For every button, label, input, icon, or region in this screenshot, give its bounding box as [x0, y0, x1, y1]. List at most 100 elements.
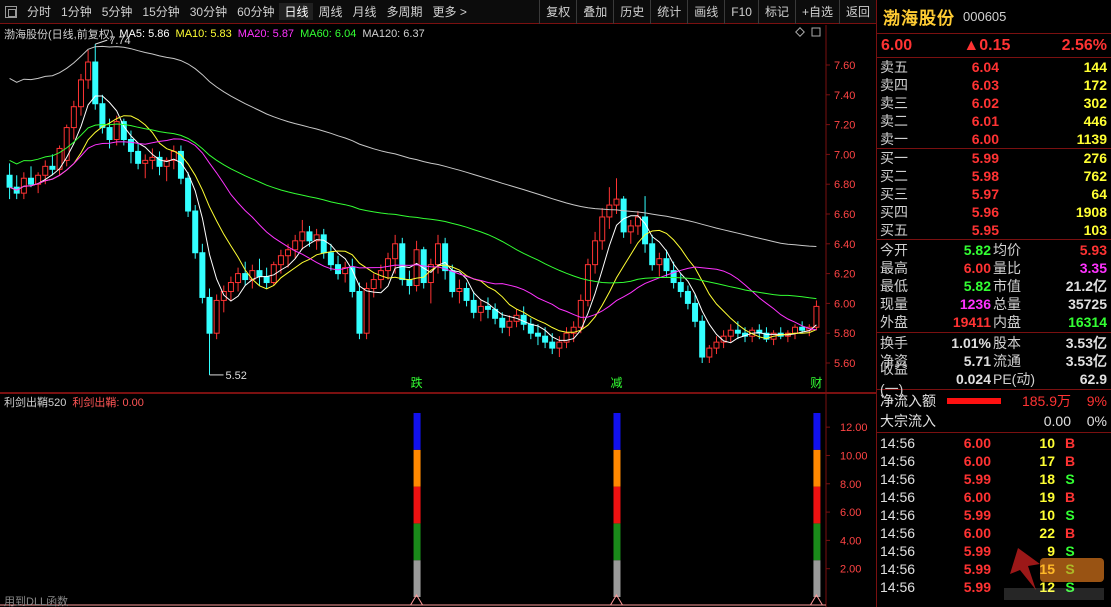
bid-row-3[interactable]: 买四 5.96 1908	[877, 203, 1111, 221]
signal-bar-segment	[413, 486, 421, 524]
stat-row-2: 最低 5.82 市值 21.2亿	[877, 277, 1111, 295]
ask-price: 6.01	[971, 113, 999, 129]
tool-button-8[interactable]: 返回	[838, 0, 876, 24]
candle-body	[792, 326, 799, 334]
period-tab-7[interactable]: 周线	[313, 3, 347, 20]
period-tab-0[interactable]: 分时	[22, 3, 56, 20]
tick-volume: 22	[1039, 525, 1055, 541]
candle-body	[277, 255, 284, 266]
tick-time: 14:56	[880, 579, 916, 595]
candle-body	[542, 335, 549, 343]
quote-title: 渤海股份 000605	[877, 0, 1111, 34]
candle-body	[63, 127, 70, 161]
candle-body	[27, 177, 34, 185]
candle-body	[192, 210, 199, 254]
tick-price: 5.99	[963, 561, 991, 577]
tick-volume: 10	[1039, 507, 1055, 523]
indicator-chart[interactable]: 利剑出鞘520 利剑出鞘: 0.00 12.00 10.00 8.00 6.00 4.0…	[0, 393, 876, 607]
period-tab-8[interactable]: 月线	[348, 3, 382, 20]
ask-volume: 302	[1083, 95, 1107, 111]
sell-book: 卖五 6.04 144 卖四 6.03 172 卖三 6.02 302 卖二 6.01 446 卖一 6.…	[877, 58, 1111, 149]
candle-body	[499, 317, 506, 328]
signal-bar-segment	[813, 413, 821, 450]
candle-body	[292, 240, 299, 251]
ma-legend-3: MA60: 6.04	[300, 28, 357, 40]
period-tab-4[interactable]: 30分钟	[185, 3, 232, 20]
tool-button-6[interactable]: 标记	[757, 0, 795, 24]
period-tab-3[interactable]: 15分钟	[137, 3, 184, 20]
candle-body	[556, 341, 563, 349]
price-axis-label: 7.20	[834, 120, 855, 132]
period-tab-10[interactable]: 更多 >	[428, 3, 472, 20]
indicator-axis-label: 8.00	[840, 479, 861, 491]
candle-body	[320, 234, 327, 254]
kline-chart[interactable]: 渤海股份(日线,前复权) MA5: 5.86 MA10: 5.83 MA20: 5.…	[0, 25, 876, 393]
period-toolbar: 分时 1分钟 5分钟 15分钟 30分钟 60分钟 日线 周线 月线 多周期 更多 > 复权 叠加 历史…	[0, 0, 876, 24]
candle-body	[406, 279, 413, 287]
bid-row-2[interactable]: 买三 5.97 64	[877, 185, 1111, 203]
tool-button-2[interactable]: 历史	[613, 0, 650, 24]
period-tab-5[interactable]: 60分钟	[232, 3, 279, 20]
period-tab-1[interactable]: 1分钟	[56, 3, 97, 20]
ma-legend-1: MA10: 5.83	[175, 28, 232, 40]
fundamental-label: PE(动)	[993, 371, 1035, 387]
stat-value: 6.00	[963, 260, 991, 276]
indicator-value: 利剑出鞘: 0.00	[72, 397, 144, 409]
stat-value: 1236	[959, 296, 991, 312]
bid-label: 买三	[880, 186, 908, 202]
flow-value: 0.00	[1043, 413, 1071, 429]
tick-volume: 17	[1039, 453, 1055, 469]
stat-row-4: 外盘 19411 内盘 16314	[877, 313, 1111, 331]
candle-body	[627, 225, 634, 233]
ask-row-1[interactable]: 卖四 6.03 172	[877, 76, 1111, 94]
candle-body	[42, 165, 49, 176]
stat-value: 3.35	[1079, 260, 1107, 276]
fundamental-value: 3.53亿	[1065, 335, 1107, 351]
tool-button-5[interactable]: F10	[724, 0, 758, 24]
candle-body	[149, 156, 156, 161]
tick-row: 14:56 5.99 18 S	[877, 470, 1111, 488]
signal-bar-segment	[613, 523, 621, 561]
indicator-axis-label: 4.00	[840, 535, 861, 547]
stat-label: 内盘	[993, 314, 1021, 330]
bid-price: 5.98	[971, 168, 999, 184]
bid-label: 买一	[880, 150, 908, 166]
tool-button-0[interactable]: 复权	[539, 0, 576, 24]
ask-volume: 144	[1083, 59, 1107, 75]
ask-label: 卖二	[880, 113, 908, 129]
ask-price: 6.00	[971, 131, 999, 147]
tick-price: 6.00	[963, 435, 991, 451]
maximize-icon	[811, 27, 821, 37]
window-toggle-icon[interactable]	[5, 5, 17, 18]
period-tab-2[interactable]: 5分钟	[97, 3, 138, 20]
period-tab-9[interactable]: 多周期	[382, 3, 428, 20]
tool-button-3[interactable]: 统计	[650, 0, 687, 24]
watermark-logo	[1004, 548, 1104, 600]
period-tab-6[interactable]: 日线	[279, 3, 314, 20]
fundamental-value: 0.024	[955, 371, 991, 387]
tool-button-4[interactable]: 画线	[687, 0, 724, 24]
ma-legend-0: MA5: 5.86	[119, 28, 170, 40]
price-axis-label: 6.00	[834, 298, 855, 310]
ask-row-3[interactable]: 卖二 6.01 446	[877, 112, 1111, 130]
bid-label: 买四	[880, 204, 908, 220]
ma-legend: 渤海股份(日线,前复权) MA5: 5.86 MA10: 5.83 MA20: 5.…	[4, 26, 425, 42]
signal-bar-segment	[413, 560, 421, 597]
candle-body	[242, 273, 249, 281]
stat-label: 市值	[993, 278, 1021, 294]
candle-body	[142, 159, 149, 164]
tick-row: 14:56 5.99 10 S	[877, 506, 1111, 524]
bid-row-4[interactable]: 买五 5.95 103	[877, 221, 1111, 239]
bid-row-1[interactable]: 买二 5.98 762	[877, 167, 1111, 185]
tool-button-1[interactable]: 叠加	[576, 0, 613, 24]
ask-row-4[interactable]: 卖一 6.00 1139	[877, 130, 1111, 148]
candle-body	[6, 174, 13, 188]
ask-row-2[interactable]: 卖三 6.02 302	[877, 94, 1111, 112]
indicator-axis-label: 12.00	[840, 422, 868, 434]
bid-row-0[interactable]: 买一 5.99 276	[877, 149, 1111, 167]
flow-row-0: 净流入额 185.9万 9%	[877, 391, 1111, 411]
signal-bar-segment	[413, 413, 421, 450]
tool-button-7[interactable]: +自选	[794, 0, 839, 24]
stat-row-1: 最高 6.00 量比 3.35	[877, 259, 1111, 277]
ask-row-0[interactable]: 卖五 6.04 144	[877, 58, 1111, 76]
